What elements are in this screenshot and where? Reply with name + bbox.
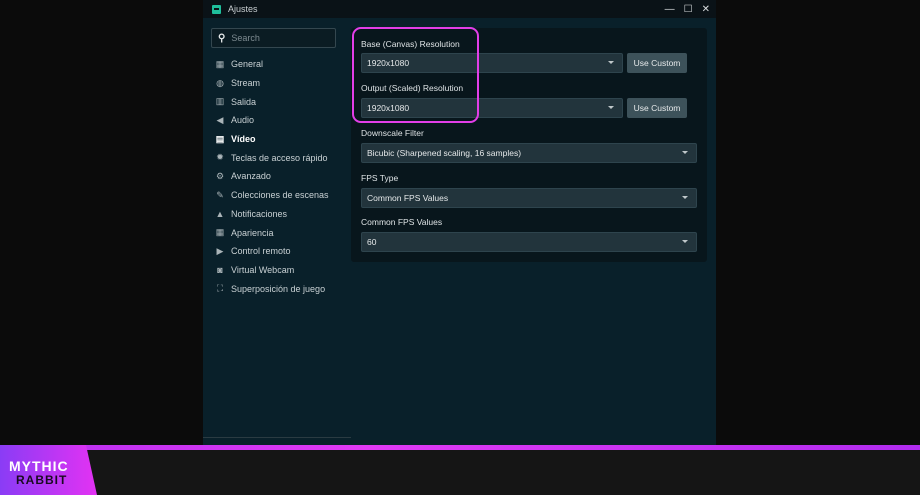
banner-accent-line [0,445,920,450]
chevron-down-icon [682,196,688,199]
search-input[interactable] [231,33,322,43]
highlight-annotation [352,27,479,123]
sidebar-item-teclas-de-acceso-r-pido[interactable]: ✹ Teclas de acceso rápido [215,148,329,167]
sidebar-item-general[interactable]: ▦ General [215,55,329,74]
search-box[interactable]: ⚲ [211,28,336,48]
sidebar-nav: ▦ General ◍ Stream ▥ Salida ◀ Audio ▤ Vídeo ✹ Tecla… [215,55,329,298]
title-bar: Ajustes — ☐ ✕ [203,0,716,18]
sidebar-item-label: Avanzado [231,171,271,182]
sidebar-icon: ▶ [216,245,224,256]
sidebar-item-label: Teclas de acceso rápido [231,152,328,163]
sidebar-item-label: General [231,59,264,70]
sidebar-item-superposici-n-de-juego[interactable]: ⛶ Superposición de juego [215,279,329,298]
sidebar-item-label: Colecciones de escenas [231,190,329,201]
downscale-filter-label: Downscale Filter [361,128,424,138]
brand-logo: MYTHIC RABBIT [0,445,97,495]
maximize-button[interactable]: ☐ [684,4,693,15]
base-use-custom-button[interactable]: Use Custom [627,53,687,73]
divider [203,437,351,438]
sidebar-item-avanzado[interactable]: ⚙ Avanzado [215,167,329,186]
close-button[interactable]: ✕ [702,4,710,15]
minimize-button[interactable]: — [665,4,675,15]
fps-type-dropdown[interactable]: Common FPS Values [361,188,697,208]
sidebar-item-label: Apariencia [231,227,274,238]
sidebar-icon: ✎ [216,189,224,200]
chevron-down-icon [608,61,614,64]
sidebar-item-label: Stream [231,78,261,89]
sidebar-item-stream[interactable]: ◍ Stream [215,74,329,93]
sidebar-icon: ⛶ [216,283,224,294]
sidebar-item-apariencia[interactable]: ▦ Apariencia [215,223,329,242]
sidebar-item-label: Virtual Webcam [231,264,295,275]
sidebar-icon: ⚙ [215,170,225,181]
sidebar-item-v-deo[interactable]: ▤ Vídeo [215,130,329,149]
brand-banner: MYTHIC RABBIT [0,445,920,495]
sidebar-item-salida[interactable]: ▥ Salida [215,92,329,111]
chevron-down-icon [682,240,688,243]
sidebar-item-notificaciones[interactable]: ▲ Notificaciones [215,205,329,224]
sidebar-item-label: Salida [231,96,257,107]
sidebar-icon: ▲ [215,208,225,219]
sidebar-item-label: Superposición de juego [231,283,326,294]
output-use-custom-button[interactable]: Use Custom [627,98,687,118]
sidebar-icon: ▦ [215,58,225,69]
sidebar-item-control-remoto[interactable]: ▶ Control remoto [215,242,329,261]
sidebar-item-virtual-webcam[interactable]: ◙ Virtual Webcam [215,261,329,280]
common-fps-label: Common FPS Values [361,217,443,227]
common-fps-value: 60 [367,237,377,247]
search-icon: ⚲ [218,32,226,44]
sidebar-item-label: Notificaciones [231,208,288,219]
sidebar-item-label: Control remoto [231,246,291,257]
chevron-down-icon [682,151,688,154]
fps-type-value: Common FPS Values [367,193,449,203]
downscale-filter-value: Bicubic (Sharpened scaling, 16 samples) [367,148,522,158]
app-icon [212,4,221,14]
downscale-filter-dropdown[interactable]: Bicubic (Sharpened scaling, 16 samples) [361,143,697,163]
chevron-down-icon [608,106,614,109]
fps-type-label: FPS Type [361,173,399,183]
sidebar-icon: ◙ [217,264,223,275]
sidebar-icon: ▦ [215,227,225,238]
sidebar-icon: ✹ [216,152,224,163]
sidebar-item-label: Audio [231,115,255,126]
common-fps-dropdown[interactable]: 60 [361,232,697,252]
logo-line2: RABBIT [16,473,68,487]
sidebar-item-audio[interactable]: ◀ Audio [215,111,329,130]
sidebar-icon: ▥ [215,96,225,107]
window-title: Ajustes [228,4,258,14]
sidebar-icon: ◀ [216,114,224,125]
logo-line1: MYTHIC [9,458,69,474]
sidebar-item-colecciones-de-escenas[interactable]: ✎ Colecciones de escenas [215,186,329,205]
sidebar-icon: ◍ [216,77,224,88]
sidebar-item-label: Vídeo [231,134,256,145]
sidebar-icon: ▤ [215,133,225,144]
